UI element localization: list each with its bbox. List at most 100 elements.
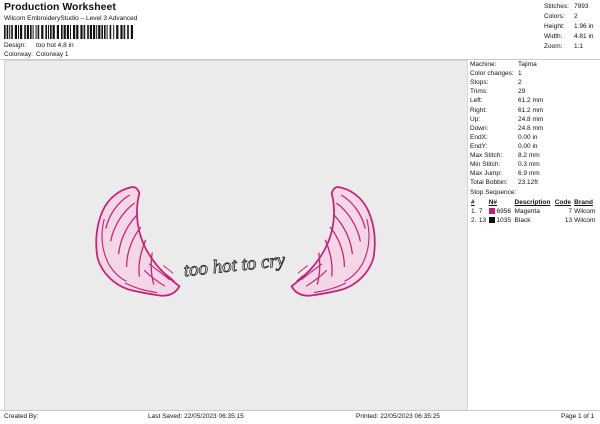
left-wing xyxy=(96,187,180,296)
summary-row: Zoom: 1:1 xyxy=(544,41,598,51)
info-value: 0.00 in xyxy=(518,142,538,150)
info-label: Max Jump: xyxy=(470,170,502,178)
info-row: EndX: 0.00 in xyxy=(470,133,598,142)
info-label: Machine: xyxy=(470,61,497,69)
color-code: 13 xyxy=(564,217,573,225)
color-description: Magenta xyxy=(514,208,540,216)
summary-label: Height: xyxy=(544,22,565,30)
info-label: Max Stitch: xyxy=(470,151,503,159)
design-text: too hot to cry xyxy=(183,250,287,282)
color-cell: 6956 xyxy=(488,207,514,216)
info-label: Right: xyxy=(470,106,487,114)
info-label: Left: xyxy=(470,97,483,105)
table-row: 1. 7 6956 Magenta 7 Wilcom xyxy=(470,207,598,216)
color-swatch xyxy=(488,208,495,215)
colorway-value: Colorway 1 xyxy=(36,51,69,58)
thread-brand: Wilcom xyxy=(574,208,596,216)
software-subtitle: Wilcom EmbroideryStudio – Level 3 Advanc… xyxy=(4,15,138,22)
color-swatch xyxy=(488,217,495,224)
summary-label: Colors: xyxy=(544,13,565,21)
last-saved: Last Saved: 22/05/2023 06:35:15 xyxy=(148,413,244,420)
needle-number: 7 xyxy=(478,208,483,216)
info-value: 24.8 mm xyxy=(518,115,544,123)
summary-panel: Stitches: 7993 Colors: 2 Height: 1.96 in Width… xyxy=(544,2,598,51)
info-value: 8.2 mm xyxy=(518,151,540,159)
info-label: Up: xyxy=(470,115,481,123)
machine-info-panel: Machine: Tajima Color changes: 1 Stops: 2 Trim… xyxy=(470,60,598,225)
printed-date: Printed: 22/05/2023 06:35:25 xyxy=(356,413,440,420)
info-label: Trims: xyxy=(470,88,488,96)
column-header: Code xyxy=(554,199,571,207)
summary-label: Zoom: xyxy=(544,42,563,50)
info-value: 0.00 in xyxy=(518,133,538,141)
info-value: 1 xyxy=(518,70,522,78)
stop-number: 2. xyxy=(471,217,477,225)
summary-label: Stitches: xyxy=(544,3,569,11)
color-code: 7 xyxy=(568,208,573,216)
stop-sequence-label: Stop Sequence: xyxy=(470,188,517,196)
color-cell: 1035 xyxy=(488,216,514,225)
info-label: Min Stitch: xyxy=(470,161,501,169)
design-label: Design: xyxy=(4,42,27,49)
info-row: Stops: 2 xyxy=(470,78,598,87)
info-label: Color changes: xyxy=(470,70,514,78)
thread-brand: Wilcom xyxy=(574,217,596,225)
info-row: Color changes: 1 xyxy=(470,69,598,78)
summary-row: Colors: 2 xyxy=(544,12,598,22)
color-description: Black xyxy=(514,217,531,225)
column-header: N# xyxy=(488,199,498,207)
page-number: Page 1 of 1 xyxy=(561,413,595,420)
info-row: Down: 24.8 mm xyxy=(470,124,598,133)
created-by: Created By: xyxy=(4,413,39,420)
stop-sequence-table: # N# Description Code Brand 1. 7 6956 Magenta 7… xyxy=(470,198,598,225)
page-title: Production Worksheet xyxy=(4,1,116,13)
right-wing xyxy=(291,187,375,296)
summary-value: 1:1 xyxy=(574,42,584,50)
info-value: 29 xyxy=(518,88,526,96)
info-row: Max Stitch: 8.2 mm xyxy=(470,151,598,160)
info-value: 61.2 mm xyxy=(518,106,544,114)
table-row: 2. 13 1035 Black 13 Wilcom xyxy=(470,216,598,225)
summary-row: Width: 4.81 in xyxy=(544,31,598,41)
embroidery-design: too hot to cry xyxy=(96,187,375,296)
info-value: 6.9 mm xyxy=(518,170,540,178)
info-row: Trims: 29 xyxy=(470,87,598,96)
column-header: Brand xyxy=(574,199,593,207)
info-row: Max Jump: 6.9 mm xyxy=(470,169,598,178)
info-value: 2 xyxy=(518,79,522,87)
info-value: Tajima xyxy=(518,61,537,69)
summary-value: 1.96 in xyxy=(574,22,594,30)
summary-value: 2 xyxy=(574,13,578,21)
info-label: EndY: xyxy=(470,142,488,150)
needle-number: 13 xyxy=(478,217,487,225)
info-row: Left: 61.2 mm xyxy=(470,96,598,105)
summary-value: 7993 xyxy=(574,3,589,11)
color-number: 6956 xyxy=(496,208,511,216)
info-label: EndX: xyxy=(470,133,488,141)
design-canvas: too hot to cry xyxy=(4,60,468,411)
info-row: Up: 24.8 mm xyxy=(470,115,598,124)
color-number: 1035 xyxy=(496,217,511,225)
summary-label: Width: xyxy=(544,32,563,40)
design-value: too hot 4,8 in xyxy=(36,42,74,49)
stop-number: 1. xyxy=(471,208,477,216)
barcode xyxy=(4,25,133,39)
summary-value: 4.81 in xyxy=(574,32,594,40)
info-row: Machine: Tajima xyxy=(470,60,598,69)
info-value: 24.8 mm xyxy=(518,124,544,132)
info-row: Total Bobbin: 23.12ft xyxy=(470,178,598,187)
info-value: 23.12ft xyxy=(518,179,538,187)
info-row: Min Stitch: 0.3 mm xyxy=(470,160,598,169)
info-value: 61.2 mm xyxy=(518,97,544,105)
info-row: EndY: 0.00 in xyxy=(470,142,598,151)
footer: Created By: Last Saved: 22/05/2023 06:35… xyxy=(4,413,598,422)
summary-row: Height: 1.96 in xyxy=(544,22,598,32)
footer-divider xyxy=(0,410,600,411)
column-header: Description xyxy=(514,199,551,207)
info-label: Stops: xyxy=(470,79,489,87)
info-label: Down: xyxy=(470,124,489,132)
summary-row: Stitches: 7993 xyxy=(544,2,598,12)
info-label: Total Bobbin: xyxy=(470,179,508,187)
info-row: Right: 61.2 mm xyxy=(470,105,598,114)
colorway-label: Colorway: xyxy=(4,51,33,58)
